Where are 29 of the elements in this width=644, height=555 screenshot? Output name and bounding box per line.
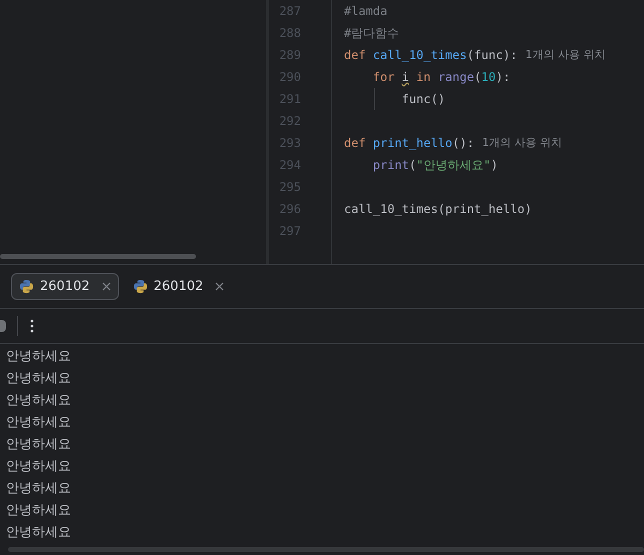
code-line: #lamda: [344, 3, 388, 20]
python-icon: [132, 279, 148, 294]
code-line: call_10_times(print_hello): [344, 201, 532, 218]
stop-icon[interactable]: [0, 320, 6, 332]
close-icon[interactable]: [102, 282, 111, 291]
console-output-line: 안녕하세요: [6, 480, 71, 498]
console-output-line: 안녕하세요: [6, 392, 71, 410]
code-line: #람다함수: [344, 25, 400, 42]
more-icon[interactable]: [30, 319, 34, 333]
console-output-line: 안녕하세요: [6, 348, 71, 366]
usage-hint[interactable]: 1개의 사용 위치: [525, 44, 606, 66]
console-output-line: 안녕하세요: [6, 502, 71, 520]
code-line: print("안녕하세요"): [372, 157, 498, 174]
usage-hint[interactable]: 1개의 사용 위치: [482, 132, 562, 154]
scrollbar[interactable]: [0, 254, 196, 259]
console-output-line: 안녕하세요: [6, 524, 71, 542]
run-tab[interactable]: 260102: [11, 273, 119, 300]
python-icon: [19, 279, 34, 294]
console-output-line: 안녕하세요: [6, 458, 71, 476]
console-output-line: 안녕하세요: [6, 370, 71, 388]
close-icon[interactable]: [215, 282, 224, 291]
code-line: for i in range(10):: [372, 69, 510, 86]
run-tab[interactable]: 260102: [124, 273, 232, 300]
scrollbar[interactable]: [8, 547, 644, 552]
code-line: def print_hello():: [344, 135, 474, 152]
code-line: def call_10_times(func):: [344, 47, 518, 64]
console-output-line: 안녕하세요: [6, 414, 71, 432]
console-output-line: 안녕하세요: [6, 436, 71, 454]
code-line: func(): [400, 91, 446, 108]
